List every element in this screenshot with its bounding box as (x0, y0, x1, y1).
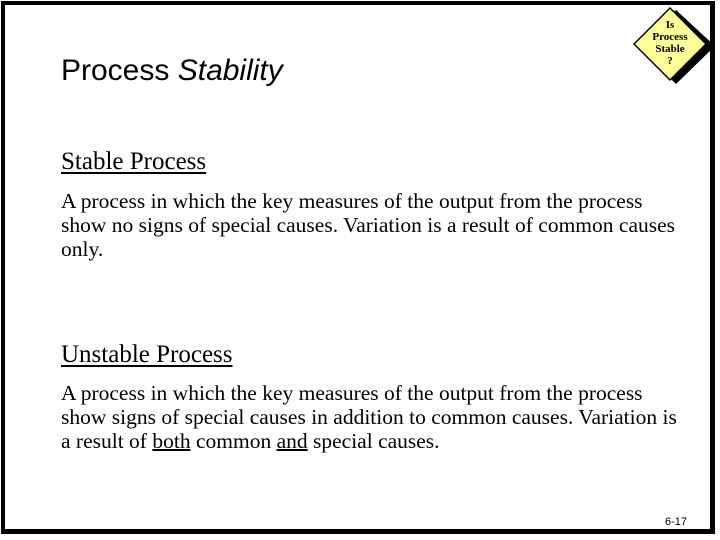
stable-process-body: A process in which the key measures of t… (61, 189, 676, 261)
emphasis-both: both (152, 429, 191, 453)
title-plain: Process (61, 54, 178, 87)
page-number: 6-17 (665, 516, 688, 528)
slide-title: Process Stability (61, 54, 283, 88)
emphasis-and: and (276, 429, 308, 453)
stable-process-heading: Stable Process (61, 148, 207, 175)
unstable-body-text-2: common (190, 429, 277, 453)
badge-line-4: ? (667, 55, 673, 67)
badge-line-3: Stable (655, 43, 684, 55)
unstable-process-heading: Unstable Process (61, 341, 233, 368)
badge-line-2: Process (652, 31, 688, 43)
unstable-body-text-3: special causes. (307, 429, 440, 453)
badge-line-1: Is (666, 19, 675, 31)
process-stable-diamond-icon: Is Process Stable ? (632, 6, 714, 84)
unstable-process-body: A process in which the key measures of t… (61, 381, 681, 453)
title-italic: Stability (177, 54, 283, 87)
